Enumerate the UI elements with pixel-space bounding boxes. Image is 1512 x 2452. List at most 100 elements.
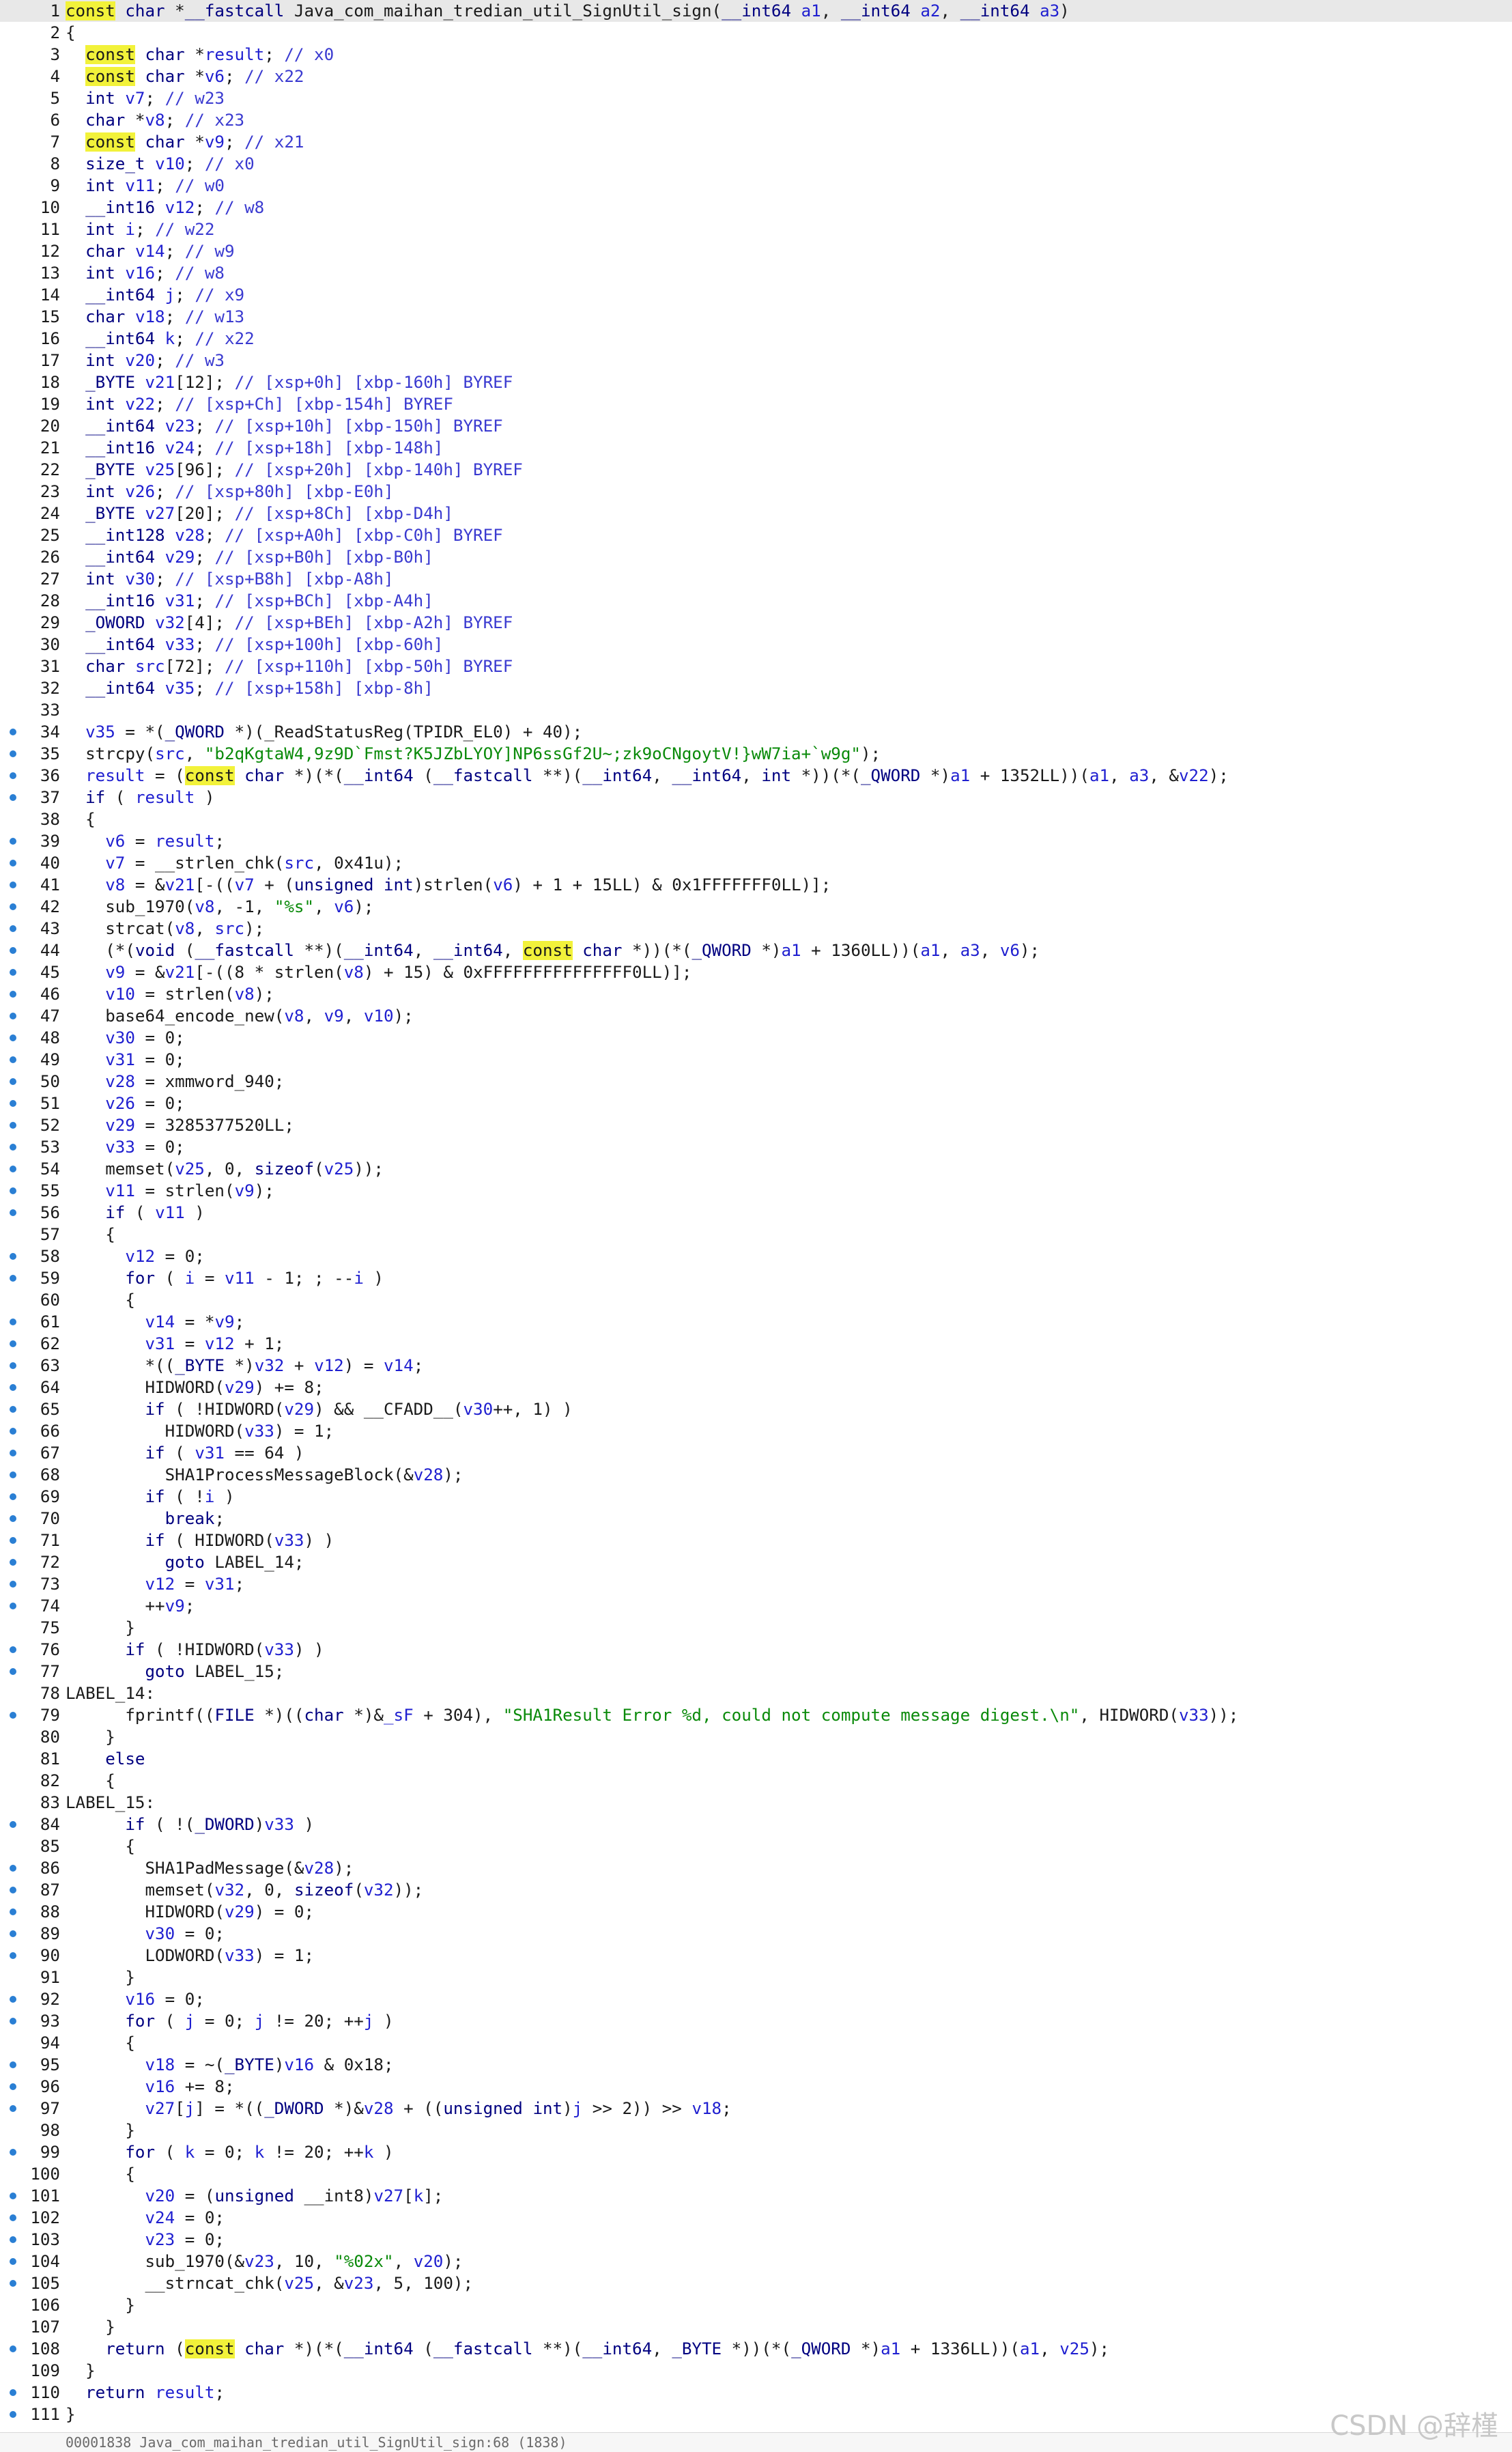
code-line[interactable]: 7 const char *v9; // x21 [0,131,1512,153]
code-line[interactable]: 39 v6 = result; [0,830,1512,852]
code-line[interactable]: 14 __int64 j; // x9 [0,284,1512,306]
code-line[interactable]: 8 size_t v10; // x0 [0,153,1512,175]
code-line[interactable]: 40 v7 = __strlen_chk(src, 0x41u); [0,852,1512,874]
code-line[interactable]: 91 } [0,1967,1512,1988]
code-line[interactable]: 15 char v18; // w13 [0,306,1512,328]
code-line[interactable]: 70 break; [0,1508,1512,1530]
code-line[interactable]: 19 int v22; // [xsp+Ch] [xbp-154h] BYREF [0,393,1512,415]
code-line[interactable]: 36 result = (const char *)(*(__int64 (__… [0,765,1512,787]
code-line[interactable]: 93 for ( j = 0; j != 20; ++j ) [0,2010,1512,2032]
code-line[interactable]: 106 } [0,2294,1512,2316]
code-line[interactable]: 110 return result; [0,2382,1512,2404]
code-line[interactable]: 87 memset(v32, 0, sizeof(v32)); [0,1879,1512,1901]
code-line[interactable]: 107 } [0,2316,1512,2338]
code-line[interactable]: 88 HIDWORD(v29) = 0; [0,1901,1512,1923]
code-line[interactable]: 50 v28 = xmmword_940; [0,1071,1512,1093]
code-line[interactable]: 82 { [0,1770,1512,1792]
code-line[interactable]: 4 const char *v6; // x22 [0,66,1512,87]
code-line[interactable]: 80 } [0,1726,1512,1748]
code-line[interactable]: 59 for ( i = v11 - 1; ; --i ) [0,1267,1512,1289]
code-line[interactable]: 34 v35 = *(_QWORD *)(_ReadStatusReg(TPID… [0,721,1512,743]
code-line[interactable]: 9 int v11; // w0 [0,175,1512,197]
code-line[interactable]: 65 if ( !HIDWORD(v29) && __CFADD__(v30++… [0,1398,1512,1420]
code-line[interactable]: 29 _OWORD v32[4]; // [xsp+BEh] [xbp-A2h]… [0,612,1512,634]
code-line[interactable]: 53 v33 = 0; [0,1136,1512,1158]
code-line[interactable]: 75 } [0,1617,1512,1639]
code-line[interactable]: 2{ [0,22,1512,44]
code-line[interactable]: 90 LODWORD(v33) = 1; [0,1945,1512,1967]
code-line[interactable]: 30 __int64 v33; // [xsp+100h] [xbp-60h] [0,634,1512,656]
code-line[interactable]: 76 if ( !HIDWORD(v33) ) [0,1639,1512,1661]
code-line[interactable]: 45 v9 = &v21[-((8 * strlen(v8) + 15) & 0… [0,961,1512,983]
code-line[interactable]: 22 _BYTE v25[96]; // [xsp+20h] [xbp-140h… [0,459,1512,481]
code-line[interactable]: 18 _BYTE v21[12]; // [xsp+0h] [xbp-160h]… [0,371,1512,393]
code-line[interactable]: 47 base64_encode_new(v8, v9, v10); [0,1005,1512,1027]
code-line[interactable]: 67 if ( v31 == 64 ) [0,1442,1512,1464]
code-line[interactable]: 49 v31 = 0; [0,1049,1512,1071]
code-line[interactable]: 3 const char *result; // x0 [0,44,1512,66]
code-line[interactable]: 72 goto LABEL_14; [0,1551,1512,1573]
code-line[interactable]: 60 { [0,1289,1512,1311]
code-line[interactable]: 71 if ( HIDWORD(v33) ) [0,1530,1512,1551]
code-line[interactable]: 56 if ( v11 ) [0,1202,1512,1224]
code-line[interactable]: 94 { [0,2032,1512,2054]
code-line[interactable]: 103 v23 = 0; [0,2229,1512,2251]
code-line[interactable]: 63 *((_BYTE *)v32 + v12) = v14; [0,1355,1512,1377]
code-line[interactable]: 11 int i; // w22 [0,219,1512,240]
code-line[interactable]: 48 v30 = 0; [0,1027,1512,1049]
code-line[interactable]: 21 __int16 v24; // [xsp+18h] [xbp-148h] [0,437,1512,459]
code-line[interactable]: 52 v29 = 3285377520LL; [0,1114,1512,1136]
code-line[interactable]: 95 v18 = ~(_BYTE)v16 & 0x18; [0,2054,1512,2076]
code-line[interactable]: 85 { [0,1835,1512,1857]
code-line[interactable]: 98 } [0,2119,1512,2141]
code-line[interactable]: 78 LABEL_14: [0,1682,1512,1704]
code-line[interactable]: 12 char v14; // w9 [0,240,1512,262]
code-line[interactable]: 41 v8 = &v21[-((v7 + (unsigned int)strle… [0,874,1512,896]
code-line[interactable]: 69 if ( !i ) [0,1486,1512,1508]
code-line[interactable]: 1 const char *__fastcall Java_com_maihan_… [0,0,1512,22]
code-line[interactable]: 44 (*(void (__fastcall **)(__int64, __in… [0,940,1512,961]
code-line[interactable]: 23 int v26; // [xsp+80h] [xbp-E0h] [0,481,1512,503]
code-line[interactable]: 99 for ( k = 0; k != 20; ++k ) [0,2141,1512,2163]
code-line[interactable]: 57 { [0,1224,1512,1245]
code-line[interactable]: 77 goto LABEL_15; [0,1661,1512,1682]
code-line[interactable]: 16 __int64 k; // x22 [0,328,1512,350]
code-line[interactable]: 6 char *v8; // x23 [0,109,1512,131]
code-line[interactable]: 54 memset(v25, 0, sizeof(v25)); [0,1158,1512,1180]
code-line[interactable]: 101 v20 = (unsigned __int8)v27[k]; [0,2185,1512,2207]
code-line[interactable]: 109 } [0,2360,1512,2382]
code-line[interactable]: 84 if ( !(_DWORD)v33 ) [0,1814,1512,1835]
code-line[interactable]: 43 strcat(v8, src); [0,918,1512,940]
code-line[interactable]: 10 __int16 v12; // w8 [0,197,1512,219]
code-line[interactable]: 68 SHA1ProcessMessageBlock(&v28); [0,1464,1512,1486]
code-line[interactable]: 64 HIDWORD(v29) += 8; [0,1377,1512,1398]
code-line[interactable]: 17 int v20; // w3 [0,350,1512,371]
code-line[interactable]: 105 __strncat_chk(v25, &v23, 5, 100); [0,2272,1512,2294]
code-line[interactable]: 66 HIDWORD(v33) = 1; [0,1420,1512,1442]
code-line[interactable]: 24 _BYTE v27[20]; // [xsp+8Ch] [xbp-D4h] [0,503,1512,524]
code-line[interactable]: 74 ++v9; [0,1595,1512,1617]
code-line[interactable]: 100 { [0,2163,1512,2185]
code-line[interactable]: 92 v16 = 0; [0,1988,1512,2010]
code-line[interactable]: 33 [0,699,1512,721]
code-line[interactable]: 51 v26 = 0; [0,1093,1512,1114]
code-line[interactable]: 38 { [0,808,1512,830]
code-line[interactable]: 102 v24 = 0; [0,2207,1512,2229]
code-line[interactable]: 96 v16 += 8; [0,2076,1512,2098]
code-line[interactable]: 37 if ( result ) [0,787,1512,808]
code-line[interactable]: 25 __int128 v28; // [xsp+A0h] [xbp-C0h] … [0,524,1512,546]
code-line[interactable]: 97 v27[j] = *((_DWORD *)&v28 + ((unsigne… [0,2098,1512,2119]
code-line[interactable]: 20 __int64 v23; // [xsp+10h] [xbp-150h] … [0,415,1512,437]
code-line[interactable]: 46 v10 = strlen(v8); [0,983,1512,1005]
code-line[interactable]: 62 v31 = v12 + 1; [0,1333,1512,1355]
pseudocode-view[interactable]: 1 const char *__fastcall Java_com_maihan_… [0,0,1512,2425]
code-line[interactable]: 35 strcpy(src, "b2qKgtaW4,9z9D`Fmst?K5JZ… [0,743,1512,765]
code-line[interactable]: 79 fprintf((FILE *)((char *)&_sF + 304),… [0,1704,1512,1726]
code-line[interactable]: 108 return (const char *)(*(__int64 (__f… [0,2338,1512,2360]
code-line[interactable]: 32 __int64 v35; // [xsp+158h] [xbp-8h] [0,677,1512,699]
code-line[interactable]: 42 sub_1970(v8, -1, "%s", v6); [0,896,1512,918]
code-line[interactable]: 104 sub_1970(&v23, 10, "%02x", v20); [0,2251,1512,2272]
code-line[interactable]: 55 v11 = strlen(v9); [0,1180,1512,1202]
code-line[interactable]: 61 v14 = *v9; [0,1311,1512,1333]
code-line[interactable]: 73 v12 = v31; [0,1573,1512,1595]
